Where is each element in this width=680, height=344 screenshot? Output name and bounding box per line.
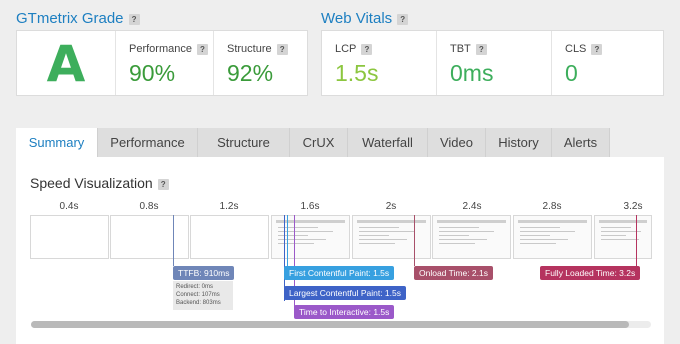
help-icon[interactable]: ? xyxy=(196,43,208,55)
timeline-tick: 3.2s xyxy=(623,201,643,212)
tab-structure[interactable]: Structure xyxy=(198,128,290,158)
gtmetrix-grade-title: GTmetrix Grade? xyxy=(16,10,140,27)
filmstrip-frame[interactable] xyxy=(594,215,652,259)
tab-crux[interactable]: CrUX xyxy=(290,128,348,158)
report-tabs: Summary Performance Structure CrUX Water… xyxy=(16,128,610,158)
fully-loaded-line xyxy=(636,215,637,266)
help-icon[interactable]: ? xyxy=(475,43,487,55)
help-icon[interactable]: ? xyxy=(128,13,140,25)
timeline-tick: 1.2s xyxy=(219,201,239,212)
filmstrip-frame[interactable] xyxy=(513,215,592,259)
filmstrip-frame[interactable] xyxy=(110,215,189,259)
help-icon[interactable]: ? xyxy=(157,178,169,190)
lcp-label: LCP xyxy=(335,43,357,55)
vitals-card: LCP? 1.5s TBT? 0ms CLS? 0 xyxy=(321,30,664,96)
tab-alerts[interactable]: Alerts xyxy=(552,128,610,158)
timeline-tick: 0.4s xyxy=(59,201,79,212)
help-icon[interactable]: ? xyxy=(361,43,373,55)
filmstrip-frame[interactable] xyxy=(432,215,511,259)
filmstrip-frame[interactable] xyxy=(352,215,431,259)
onload-line xyxy=(414,215,415,266)
tab-summary[interactable]: Summary xyxy=(16,128,98,158)
lcp-marker[interactable]: Largest Contentful Paint: 1.5s xyxy=(284,286,406,300)
ttfb-line xyxy=(173,215,174,266)
fcp-marker[interactable]: First Contentful Paint: 1.5s xyxy=(284,266,395,280)
structure-metric: Structure? 92% xyxy=(213,31,309,95)
timeline-tick: 2s xyxy=(385,201,397,212)
web-vitals-title: Web Vitals? xyxy=(321,10,409,27)
filmstrip-frame[interactable] xyxy=(271,215,350,259)
structure-value: 92% xyxy=(227,60,274,86)
timeline-tick: 2.8s xyxy=(542,201,562,212)
timeline-tick: 0.8s xyxy=(139,201,159,212)
cls-value: 0 xyxy=(565,60,578,86)
filmstrip-frame[interactable] xyxy=(30,215,109,259)
fcp-line xyxy=(287,215,288,267)
tab-video[interactable]: Video xyxy=(428,128,486,158)
timeline-tick: 2.4s xyxy=(462,201,482,212)
help-icon[interactable]: ? xyxy=(397,13,409,25)
lcp-value: 1.5s xyxy=(335,60,379,86)
tbt-value: 0ms xyxy=(450,60,494,86)
speed-visualization-title: Speed Visualization? xyxy=(30,175,169,191)
tti-marker[interactable]: Time to Interactive: 1.5s xyxy=(294,305,395,319)
fully-loaded-marker[interactable]: Fully Loaded Time: 3.2s xyxy=(540,266,641,280)
structure-label: Structure xyxy=(227,43,272,55)
onload-marker[interactable]: Onload Time: 2.1s xyxy=(414,266,493,280)
tab-history[interactable]: History xyxy=(486,128,552,158)
timeline-tick: 1.6s xyxy=(300,201,320,212)
grade-card: A Performance? 90% Structure? 92% xyxy=(16,30,308,96)
performance-value: 90% xyxy=(129,60,176,86)
lcp-metric: LCP? 1.5s xyxy=(322,31,436,95)
ttfb-marker[interactable]: TTFB: 910ms xyxy=(173,266,235,280)
ttfb-breakdown: Redirect: 0ms Connect: 107ms Backend: 80… xyxy=(173,281,233,310)
cls-label: CLS xyxy=(565,43,587,55)
performance-label: Performance xyxy=(129,43,192,55)
cls-metric: CLS? 0 xyxy=(551,31,665,95)
filmstrip-frame[interactable] xyxy=(190,215,269,259)
tbt-label: TBT xyxy=(450,43,471,55)
help-icon[interactable]: ? xyxy=(276,43,288,55)
tab-waterfall[interactable]: Waterfall xyxy=(348,128,428,158)
tbt-metric: TBT? 0ms xyxy=(436,31,551,95)
timeline-scrollbar-thumb[interactable] xyxy=(31,321,629,328)
grade-letter: A xyxy=(46,35,86,93)
performance-metric: Performance? 90% xyxy=(115,31,213,95)
tab-performance[interactable]: Performance xyxy=(98,128,198,158)
help-icon[interactable]: ? xyxy=(591,43,603,55)
